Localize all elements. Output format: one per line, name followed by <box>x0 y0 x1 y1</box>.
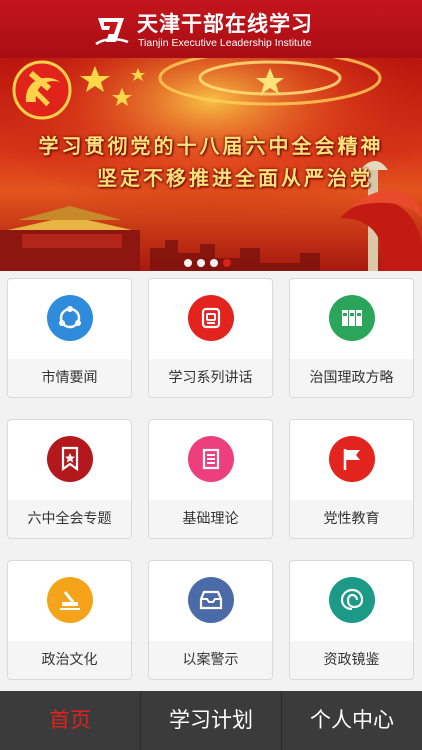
tab-personal-center[interactable]: 个人中心 <box>282 691 422 750</box>
tab-study-plan[interactable]: 学习计划 <box>141 691 282 750</box>
carousel-dot[interactable] <box>197 259 205 267</box>
carousel-dot[interactable] <box>210 259 218 267</box>
bottom-tab-bar: 首页 学习计划 个人中心 <box>0 691 422 750</box>
menu-item-case-warnings[interactable]: 以案警示 <box>148 560 273 680</box>
menu-item-label: 治国理政方略 <box>290 359 413 397</box>
document-icon <box>188 436 234 482</box>
inbox-icon <box>188 577 234 623</box>
banner-headline: 学习贯彻党的十八届六中全会精神 <box>38 134 384 158</box>
hero-banner[interactable]: 学习贯彻党的十八届六中全会精神 坚定不移推进全面从严治党 <box>0 58 422 271</box>
carousel-indicators[interactable] <box>184 252 236 267</box>
menu-item-label: 资政镜鉴 <box>290 641 413 679</box>
flag-icon <box>329 436 375 482</box>
banner-subheadline: 坚定不移推进全面从严治党 <box>97 166 373 190</box>
app-subtitle: Tianjin Executive Leadership Institute <box>138 37 312 49</box>
app-header: 天津干部在线学习 Tianjin Executive Leadership In… <box>0 0 422 58</box>
menu-item-label: 党性教育 <box>290 500 413 538</box>
menu-item-label: 以案警示 <box>149 641 272 679</box>
carousel-dot[interactable] <box>184 259 192 267</box>
menu-item-basic-theory[interactable]: 基础理论 <box>148 419 273 539</box>
menu-item-label: 基础理论 <box>149 500 272 538</box>
menu-item-label: 六中全会专题 <box>8 500 131 538</box>
menu-item-political-culture[interactable]: 政治文化 <box>7 560 132 680</box>
menu-item-label: 政治文化 <box>8 641 131 679</box>
menu-item-party-education[interactable]: 党性教育 <box>289 419 414 539</box>
tjel-logo-icon <box>95 18 129 46</box>
spiral-icon <box>329 577 375 623</box>
menu-item-governance-mirror[interactable]: 资政镜鉴 <box>289 560 414 680</box>
menu-item-city-news[interactable]: 市情要闻 <box>7 278 132 398</box>
binders-icon <box>329 295 375 341</box>
tab-home[interactable]: 首页 <box>0 691 141 750</box>
menu-item-speech-series[interactable]: 学习系列讲话 <box>148 278 273 398</box>
notebook-icon <box>188 295 234 341</box>
menu-item-label: 市情要闻 <box>8 359 131 397</box>
menu-item-label: 学习系列讲话 <box>149 359 272 397</box>
menu-grid: 市情要闻 学习系列讲话 治国理政方略 六中全会专题 基础理论 党性教育 政治文化… <box>0 271 422 691</box>
carousel-dot-active[interactable] <box>223 259 231 267</box>
app-title: 天津干部在线学习 <box>137 12 313 36</box>
menu-item-sixth-plenum[interactable]: 六中全会专题 <box>7 419 132 539</box>
menu-item-governance[interactable]: 治国理政方略 <box>289 278 414 398</box>
bookmark-star-icon <box>47 436 93 482</box>
stamp-icon <box>47 577 93 623</box>
network-icon <box>47 295 93 341</box>
